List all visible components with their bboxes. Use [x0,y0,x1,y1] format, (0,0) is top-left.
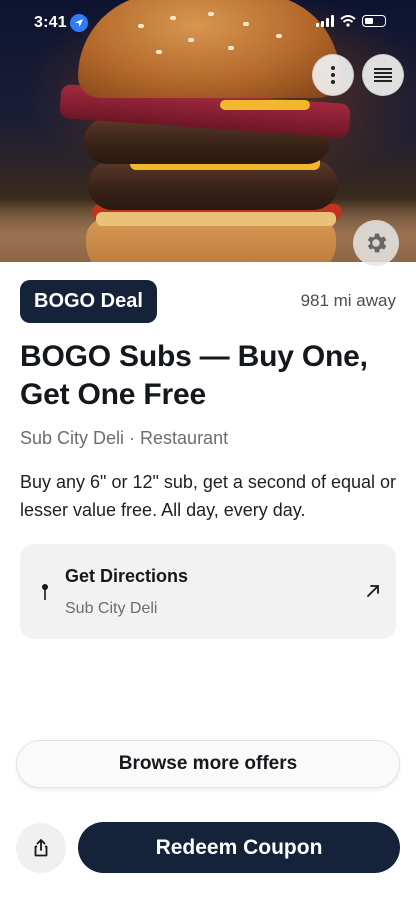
status-bar: 3:41 [0,0,416,46]
status-time: 3:41 [34,14,67,31]
wifi-icon [340,15,356,27]
share-button[interactable] [16,823,66,873]
distance-label: 981 mi away [300,291,396,310]
offer-description: Buy any 6" or 12" sub, get a second of e… [20,472,397,520]
merchant-label: Sub City Deli · Restaurant [20,428,229,448]
menu-button[interactable] [362,54,404,96]
redeem-coupon-button[interactable]: Redeem Coupon [78,822,400,873]
directions-subtitle: Sub City Deli [65,600,158,617]
get-directions-card[interactable]: Get Directions Sub City Deli [20,544,396,639]
arrow-up-right-icon [367,585,379,597]
sauce-layer [96,212,336,226]
gear-icon [367,233,387,253]
more-vertical-icon [331,66,335,84]
hamburger-menu-icon [374,68,392,82]
location-arrow-icon [70,14,88,32]
directions-title: Get Directions [65,566,189,586]
browse-more-offers-button[interactable]: Browse more offers [16,740,400,788]
offer-title: BOGO Subs — Buy One, Get One Free [20,340,368,411]
status-icons [316,15,386,27]
cheese-top [220,100,310,110]
battery-icon [362,15,386,27]
map-pin-icon [42,584,48,600]
deal-badge: BOGO Deal [20,280,157,323]
more-options-button[interactable] [312,54,354,96]
share-icon [34,839,48,857]
settings-button[interactable] [353,220,399,266]
cellular-signal-icon [316,15,334,27]
